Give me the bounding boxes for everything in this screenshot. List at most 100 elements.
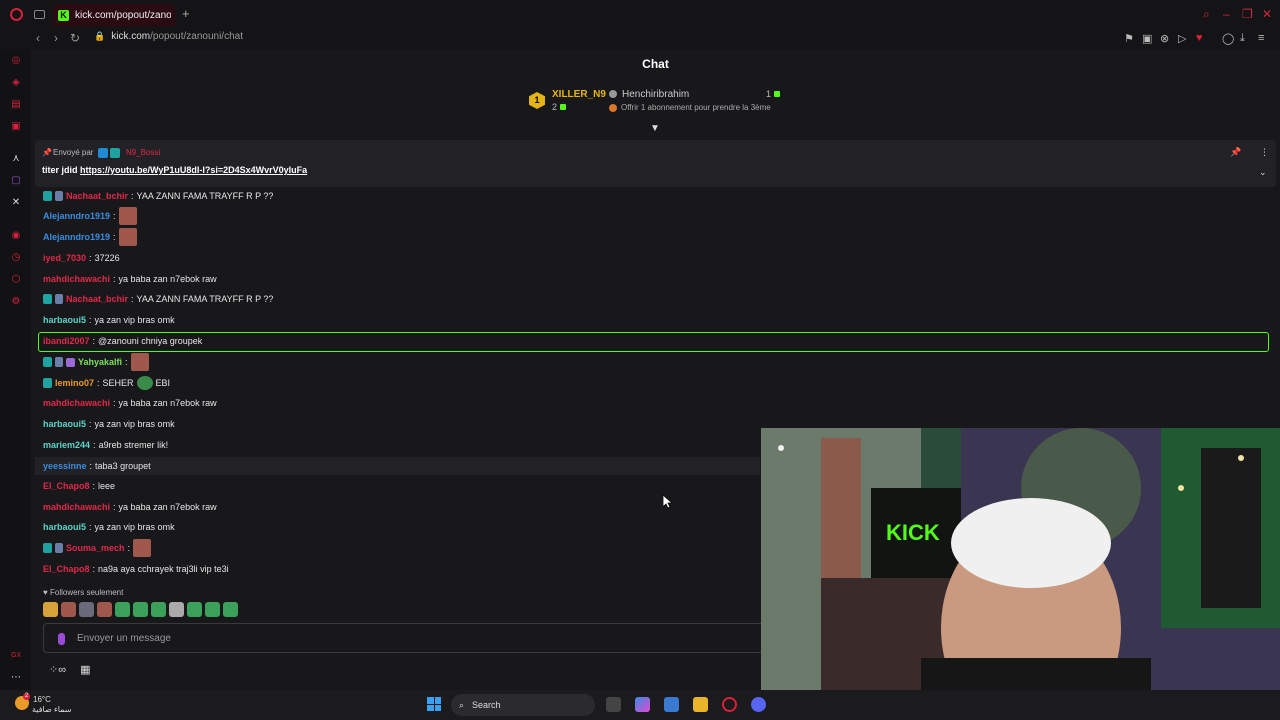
close-icon[interactable]: ✕ xyxy=(1262,7,1272,21)
emote-image[interactable] xyxy=(130,353,149,371)
forward-icon[interactable]: › xyxy=(54,31,58,45)
download-icon[interactable]: ⤓ xyxy=(1240,32,1245,45)
emote-icon[interactable] xyxy=(43,602,58,617)
kick-sidebar-icon[interactable]: ⋏ xyxy=(10,153,22,165)
task-view-icon[interactable] xyxy=(606,697,621,712)
chat-separator: : xyxy=(89,461,93,471)
points-icon[interactable]: ⁘∞ xyxy=(49,663,66,676)
player-icon[interactable]: ▷ xyxy=(1178,32,1186,45)
speed-dial-icon[interactable]: ◉ xyxy=(10,230,22,242)
emote-image[interactable] xyxy=(118,207,137,225)
chat-message: Nachaat_bchir: YAA ZANN FAMA TRAYFF R P ?… xyxy=(43,290,273,308)
emote-image[interactable] xyxy=(133,539,152,557)
chat-username[interactable]: mahdichawachi xyxy=(43,398,110,408)
chat-username[interactable]: Souma_mech xyxy=(66,543,125,553)
chat-username[interactable]: Nachaat_bchir xyxy=(66,294,128,304)
emote-icon[interactable] xyxy=(97,602,112,617)
store-app-icon[interactable] xyxy=(664,697,679,712)
adblock-icon[interactable]: ⊗ xyxy=(1160,32,1169,45)
tab-kick-chat[interactable]: K kick.com/popout/zanouni xyxy=(53,4,175,26)
emote-icon[interactable] xyxy=(133,602,148,617)
opera-gx-taskbar-icon[interactable] xyxy=(722,697,737,712)
chat-username[interactable]: mahdichawachi xyxy=(43,502,110,512)
pinned-by-user[interactable]: N9_Bossi xyxy=(126,148,160,157)
emote-icon[interactable] xyxy=(61,602,76,617)
chevron-down-icon[interactable]: ⌄ xyxy=(1259,167,1267,178)
messenger-icon[interactable]: ▤ xyxy=(10,99,22,111)
url-field[interactable]: 🔒 kick.com/popout/zanouni/chat xyxy=(94,31,243,42)
back-icon[interactable]: ‹ xyxy=(36,31,40,45)
gx-icon[interactable]: GX xyxy=(10,650,22,662)
chat-username[interactable]: ibandi2007 xyxy=(43,336,90,346)
history-icon[interactable]: ◷ xyxy=(10,252,22,264)
emote-icon[interactable] xyxy=(205,602,220,617)
user-badge-icon xyxy=(66,357,75,367)
menu-icon[interactable]: ≡ xyxy=(1258,32,1264,44)
chat-username[interactable]: Alejanndro1919 xyxy=(43,232,110,242)
chat-username[interactable]: mahdichawachi xyxy=(43,274,110,284)
minimize-icon[interactable]: – xyxy=(1223,7,1230,21)
emote-icon[interactable] xyxy=(169,602,184,617)
unpin-icon[interactable]: 📌 xyxy=(1230,147,1241,158)
emote-icon[interactable] xyxy=(151,602,166,617)
emote-icon[interactable] xyxy=(115,602,130,617)
opera-sidebar: ◎ ◈ ▤ ▣ ⋏ ▢ ✕ ◉ ◷ ⬡ ⚙ GX ⋯ xyxy=(0,50,31,690)
extensions-icon[interactable]: ⬡ xyxy=(10,274,22,286)
store-icon[interactable]: ▦ xyxy=(80,663,90,676)
x-icon[interactable]: ✕ xyxy=(10,197,22,209)
reload-icon[interactable]: ↻ xyxy=(70,31,80,45)
webcam-overlay: KICK xyxy=(761,428,1280,720)
chat-username[interactable]: iyed_7030 xyxy=(43,253,86,263)
mic-icon[interactable] xyxy=(58,633,65,645)
emote-icon[interactable] xyxy=(223,602,238,617)
settings-icon[interactable]: ⚙ xyxy=(10,296,22,308)
chat-username[interactable]: Alejanndro1919 xyxy=(43,211,110,221)
collapse-leaderboard-icon[interactable]: ▼ xyxy=(650,123,660,134)
chat-separator: : xyxy=(92,336,96,346)
chat-separator: : xyxy=(125,357,128,367)
crypto-wallet-icon[interactable]: ◈ xyxy=(10,77,22,89)
chat-message: ibandi2007: @zanouni chniya groupek xyxy=(43,332,202,350)
chat-username[interactable]: mariem244 xyxy=(43,440,90,450)
leaderboard-second-user[interactable]: Henchiribrahim xyxy=(622,89,689,100)
chat-username[interactable]: harbaoui5 xyxy=(43,419,86,429)
heart-icon[interactable]: ♥ xyxy=(1196,32,1203,44)
player-sidebar-icon[interactable]: ▣ xyxy=(10,121,22,133)
emote-image[interactable] xyxy=(136,376,153,390)
emote-icon[interactable] xyxy=(187,602,202,617)
sub-leaderboard: 1 XILLER_N9 2 Henchiribrahim 1 Offrir 1 … xyxy=(31,80,1280,128)
chat-username[interactable]: Nachaat_bchir xyxy=(66,191,128,201)
discord-icon[interactable] xyxy=(751,697,766,712)
gift-sub-cta[interactable]: Offrir 1 abonnement pour prendre la 3ème xyxy=(621,103,771,112)
bookmark-icon[interactable]: ⚑ xyxy=(1124,32,1134,45)
chat-username[interactable]: yeessinne xyxy=(43,461,87,471)
opera-logo-icon[interactable] xyxy=(10,8,23,21)
search-tabs-icon[interactable]: ⌕ xyxy=(1203,7,1210,22)
windows-start-icon[interactable] xyxy=(427,697,441,711)
more-options-icon[interactable]: ⋮ xyxy=(1260,147,1269,158)
more-icon[interactable]: ⋯ xyxy=(10,672,22,684)
emote-image[interactable] xyxy=(118,228,137,246)
emote-icon[interactable] xyxy=(79,602,94,617)
file-explorer-icon[interactable] xyxy=(693,697,708,712)
maximize-icon[interactable]: ❐ xyxy=(1242,7,1253,21)
leaderboard-top-user[interactable]: XILLER_N9 xyxy=(552,89,606,100)
aria-icon[interactable]: ◎ xyxy=(10,55,22,67)
profile-icon[interactable]: ◯ xyxy=(1222,32,1234,45)
chat-username[interactable]: lemino07 xyxy=(55,378,94,388)
chat-username[interactable]: El_Chapo8 xyxy=(43,564,90,574)
chat-bottom-tools: ⁘∞ ▦ xyxy=(49,663,90,676)
chat-username[interactable]: Yahyakalfi xyxy=(78,357,122,367)
chat-username[interactable]: harbaoui5 xyxy=(43,522,86,532)
copilot-icon[interactable] xyxy=(635,697,650,712)
lock-icon: 🔒 xyxy=(94,31,106,41)
chat-username[interactable]: El_Chapo8 xyxy=(43,481,90,491)
chat-username[interactable]: harbaoui5 xyxy=(43,315,86,325)
pinned-link[interactable]: https://youtu.be/WyP1uU8dI-I?si=2D4Sx4Wv… xyxy=(80,165,307,175)
message-input-placeholder: Envoyer un message xyxy=(77,633,171,644)
new-tab-button[interactable]: + xyxy=(182,6,190,21)
workspace-icon[interactable] xyxy=(34,10,45,19)
taskbar-search[interactable]: ⌕ Search xyxy=(451,694,595,716)
twitch-icon[interactable]: ▢ xyxy=(10,175,22,187)
snapshot-icon[interactable]: ▣ xyxy=(1142,32,1152,45)
